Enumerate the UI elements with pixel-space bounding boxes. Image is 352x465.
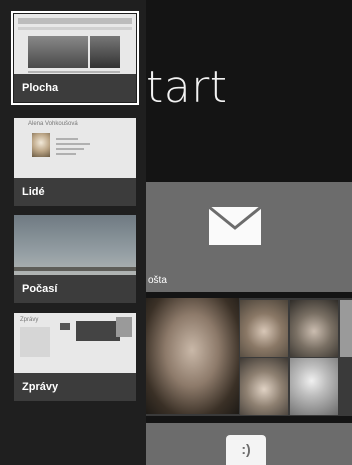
preview-block [60, 323, 70, 330]
switcher-item-plocha[interactable]: Plocha [11, 11, 139, 105]
contact-photo [240, 358, 288, 415]
preview-text [56, 148, 84, 150]
preview-nav [18, 27, 132, 30]
switcher-item-lide[interactable]: Alena Vohkoušová Lidé [14, 118, 136, 206]
preview-list [20, 327, 50, 357]
envelope-icon [208, 206, 262, 245]
switcher-item-label: Lidé [22, 186, 45, 198]
preview-title: Zprávy [20, 317, 39, 323]
preview-text [56, 153, 76, 155]
label-bar: Počasí [14, 275, 136, 303]
switcher-item-pocasi[interactable]: Počasí [14, 215, 136, 303]
preview-contact-name: Alena Vohkoušová [28, 121, 78, 127]
contact-photo [240, 300, 288, 357]
preview-horizon [14, 267, 136, 271]
mail-tile[interactable]: ošta [142, 182, 352, 292]
smiley-icon: :) [226, 435, 266, 465]
avatar [32, 133, 50, 157]
preview-header [18, 18, 132, 24]
preview-block [116, 317, 132, 337]
start-screen-title: tart [146, 62, 228, 113]
switcher-item-label: Plocha [22, 82, 59, 94]
preview-text [28, 71, 120, 73]
preview-block [76, 321, 120, 341]
people-tile[interactable] [142, 298, 352, 416]
label-bar: Zprávy [14, 373, 136, 401]
preview-image [28, 36, 88, 68]
contact-photo [290, 300, 338, 357]
contact-photo [340, 300, 352, 357]
switcher-item-label: Zprávy [22, 381, 59, 393]
switcher-item-label: Počasí [22, 283, 58, 295]
switcher-item-zpravy[interactable]: Zprávy Zprávy [14, 313, 136, 401]
label-bar: Lidé [14, 178, 136, 206]
label-bar: Plocha [14, 74, 136, 102]
preview-text [56, 138, 78, 140]
mail-tile-label: ošta [148, 275, 167, 286]
contact-photo [290, 358, 338, 415]
messaging-tile[interactable]: :) [142, 423, 352, 465]
preview-image [90, 36, 120, 68]
app-switcher-panel: Plocha Alena Vohkoušová Lidé Počasí Zprá… [0, 0, 146, 465]
contact-photo [145, 298, 239, 414]
preview-text [56, 143, 90, 145]
